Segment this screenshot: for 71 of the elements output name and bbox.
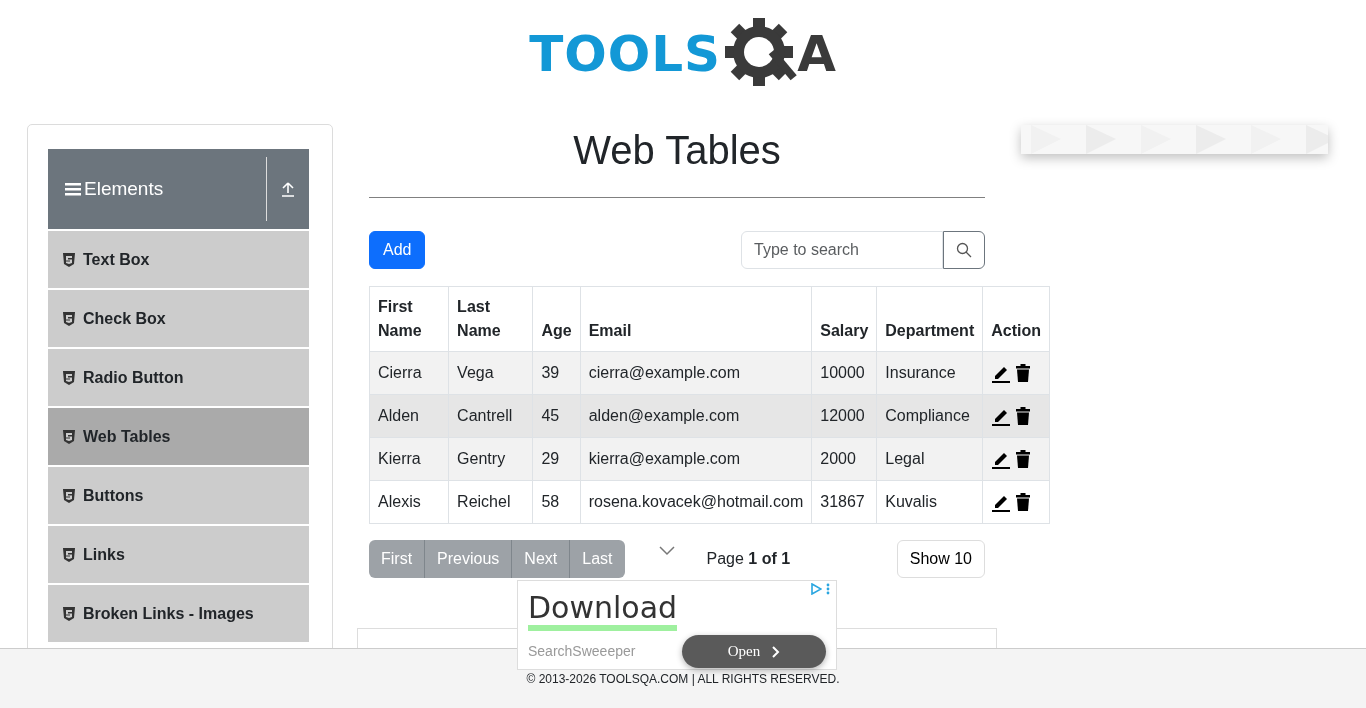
table-cell: cierra@example.com bbox=[580, 351, 812, 395]
table-cell: Insurance bbox=[876, 351, 983, 395]
copyright-text: © 2013-2026 TOOLSQA.COM | ALL RIGHTS RESERVED. bbox=[526, 670, 840, 688]
table-cell: Vega bbox=[448, 351, 533, 395]
column-header: Salary bbox=[811, 286, 877, 352]
table-cell: 10000 bbox=[811, 351, 877, 395]
delete-icon[interactable] bbox=[1015, 492, 1032, 512]
shield-icon bbox=[63, 252, 75, 267]
column-header: Department bbox=[876, 286, 983, 352]
table-cell: 58 bbox=[532, 480, 581, 524]
delete-icon[interactable] bbox=[1015, 406, 1032, 426]
table-cell: rosena.kovacek@hotmail.com bbox=[580, 480, 812, 524]
upload-icon bbox=[280, 181, 296, 197]
shield-icon bbox=[63, 606, 75, 621]
table-cell: alden@example.com bbox=[580, 394, 812, 438]
delete-icon[interactable] bbox=[1015, 363, 1032, 383]
group-title: Elements bbox=[84, 176, 164, 201]
logo-text: A bbox=[797, 29, 837, 79]
sidebar-item[interactable]: Buttons bbox=[48, 467, 309, 524]
sidebar-item[interactable]: Radio Button bbox=[48, 349, 309, 406]
shield-icon bbox=[63, 547, 75, 562]
table-cell: 29 bbox=[532, 437, 581, 481]
group-header[interactable]: Elements bbox=[48, 149, 309, 229]
sidebar-item[interactable]: Links bbox=[48, 526, 309, 583]
table-cell: 12000 bbox=[811, 394, 877, 438]
table-cell: 2000 bbox=[811, 437, 877, 481]
table-cell: Alden bbox=[369, 394, 449, 438]
shield-icon bbox=[63, 311, 75, 326]
page-size-button[interactable]: Show 10 bbox=[896, 540, 985, 578]
ad-choices-icon[interactable] bbox=[810, 583, 822, 595]
table-cell: Reichel bbox=[448, 480, 533, 524]
table-cell: Legal bbox=[876, 437, 983, 481]
shield-icon bbox=[63, 488, 75, 503]
shield-icon bbox=[63, 429, 75, 444]
search-field[interactable]: Type to search bbox=[741, 231, 943, 269]
menu-icon bbox=[64, 181, 82, 197]
table-cell: Compliance bbox=[876, 394, 983, 438]
page-indicator: Page 1 of 1 bbox=[706, 549, 791, 569]
more-icon[interactable] bbox=[826, 583, 830, 595]
table-cell: 39 bbox=[532, 351, 581, 395]
sidebar-item[interactable]: Check Box bbox=[48, 290, 309, 347]
table-cell: kierra@example.com bbox=[580, 437, 812, 481]
table-cell: Kierra bbox=[369, 437, 449, 481]
search-button[interactable] bbox=[943, 231, 985, 269]
column-header: Email bbox=[580, 286, 812, 352]
column-header: Last Name bbox=[448, 286, 533, 352]
sidebar-item[interactable]: Broken Links - Images bbox=[48, 585, 309, 642]
sidebar-item[interactable]: Text Box bbox=[48, 231, 309, 288]
column-header: Age bbox=[532, 286, 581, 352]
column-header: Action bbox=[982, 286, 1050, 352]
sidebar-item[interactable]: Web Tables bbox=[48, 408, 309, 465]
page-title: Web Tables bbox=[572, 127, 782, 174]
logo-text: TOOLS bbox=[529, 29, 722, 79]
table-cell: 45 bbox=[532, 394, 581, 438]
table-cell: Cierra bbox=[369, 351, 449, 395]
ad-headline[interactable]: Download bbox=[528, 591, 678, 631]
open-button[interactable]: Open bbox=[682, 635, 826, 668]
delete-icon[interactable] bbox=[1015, 449, 1032, 469]
shield-icon bbox=[63, 370, 75, 385]
table-cell: Alexis bbox=[369, 480, 449, 524]
column-header: First Name bbox=[369, 286, 449, 352]
add-button[interactable]: Add bbox=[369, 231, 426, 269]
search-icon bbox=[956, 242, 972, 258]
chevron-right-icon bbox=[772, 645, 781, 658]
table-cell: Cantrell bbox=[448, 394, 533, 438]
logo[interactable]: TOOLS A bbox=[529, 16, 837, 92]
table-cell: Gentry bbox=[448, 437, 533, 481]
advertiser-name: SearchSweeeper bbox=[528, 642, 636, 661]
table-cell: Kuvalis bbox=[876, 480, 983, 524]
table-cell: 31867 bbox=[811, 480, 877, 524]
chevron-down-icon[interactable] bbox=[658, 545, 675, 556]
